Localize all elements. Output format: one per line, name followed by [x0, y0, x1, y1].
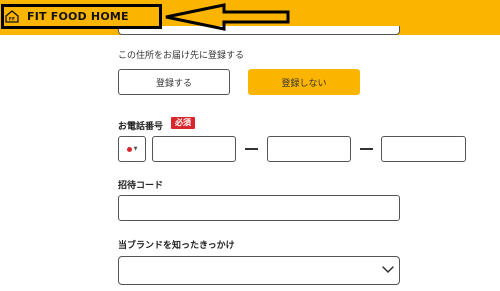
brand-source-select[interactable]: [118, 256, 400, 285]
phone-separator: [360, 148, 373, 150]
phone-separator: [245, 148, 258, 150]
register-address-question: この住所をお届け先に登録する: [118, 51, 245, 61]
chevron-down-icon: [382, 266, 394, 273]
japan-flag-icon: [126, 146, 132, 152]
phone-part-1-input[interactable]: [152, 136, 236, 162]
brand-source-label: 当ブランドを知ったきっかけ: [118, 241, 235, 251]
phone-part-3-input[interactable]: [381, 136, 466, 162]
phone-label: お電話番号: [118, 122, 164, 132]
phone-part-2-input[interactable]: [267, 136, 351, 162]
home-logo-icon[interactable]: FF: [5, 10, 19, 23]
do-not-register-button[interactable]: 登録しない: [248, 69, 360, 95]
invite-code-label: 招待コード: [118, 181, 164, 191]
invite-code-input[interactable]: [118, 195, 400, 221]
country-code-select[interactable]: ▼: [118, 136, 146, 162]
chevron-down-icon: ▼: [133, 145, 138, 152]
logo-mark-text: FF: [9, 17, 15, 23]
required-badge: 必須: [171, 117, 195, 129]
register-button[interactable]: 登録する: [118, 69, 230, 95]
annotation-arrow-icon: [165, 3, 290, 31]
brand-logo-text[interactable]: FIT FOOD HOME: [27, 10, 129, 23]
